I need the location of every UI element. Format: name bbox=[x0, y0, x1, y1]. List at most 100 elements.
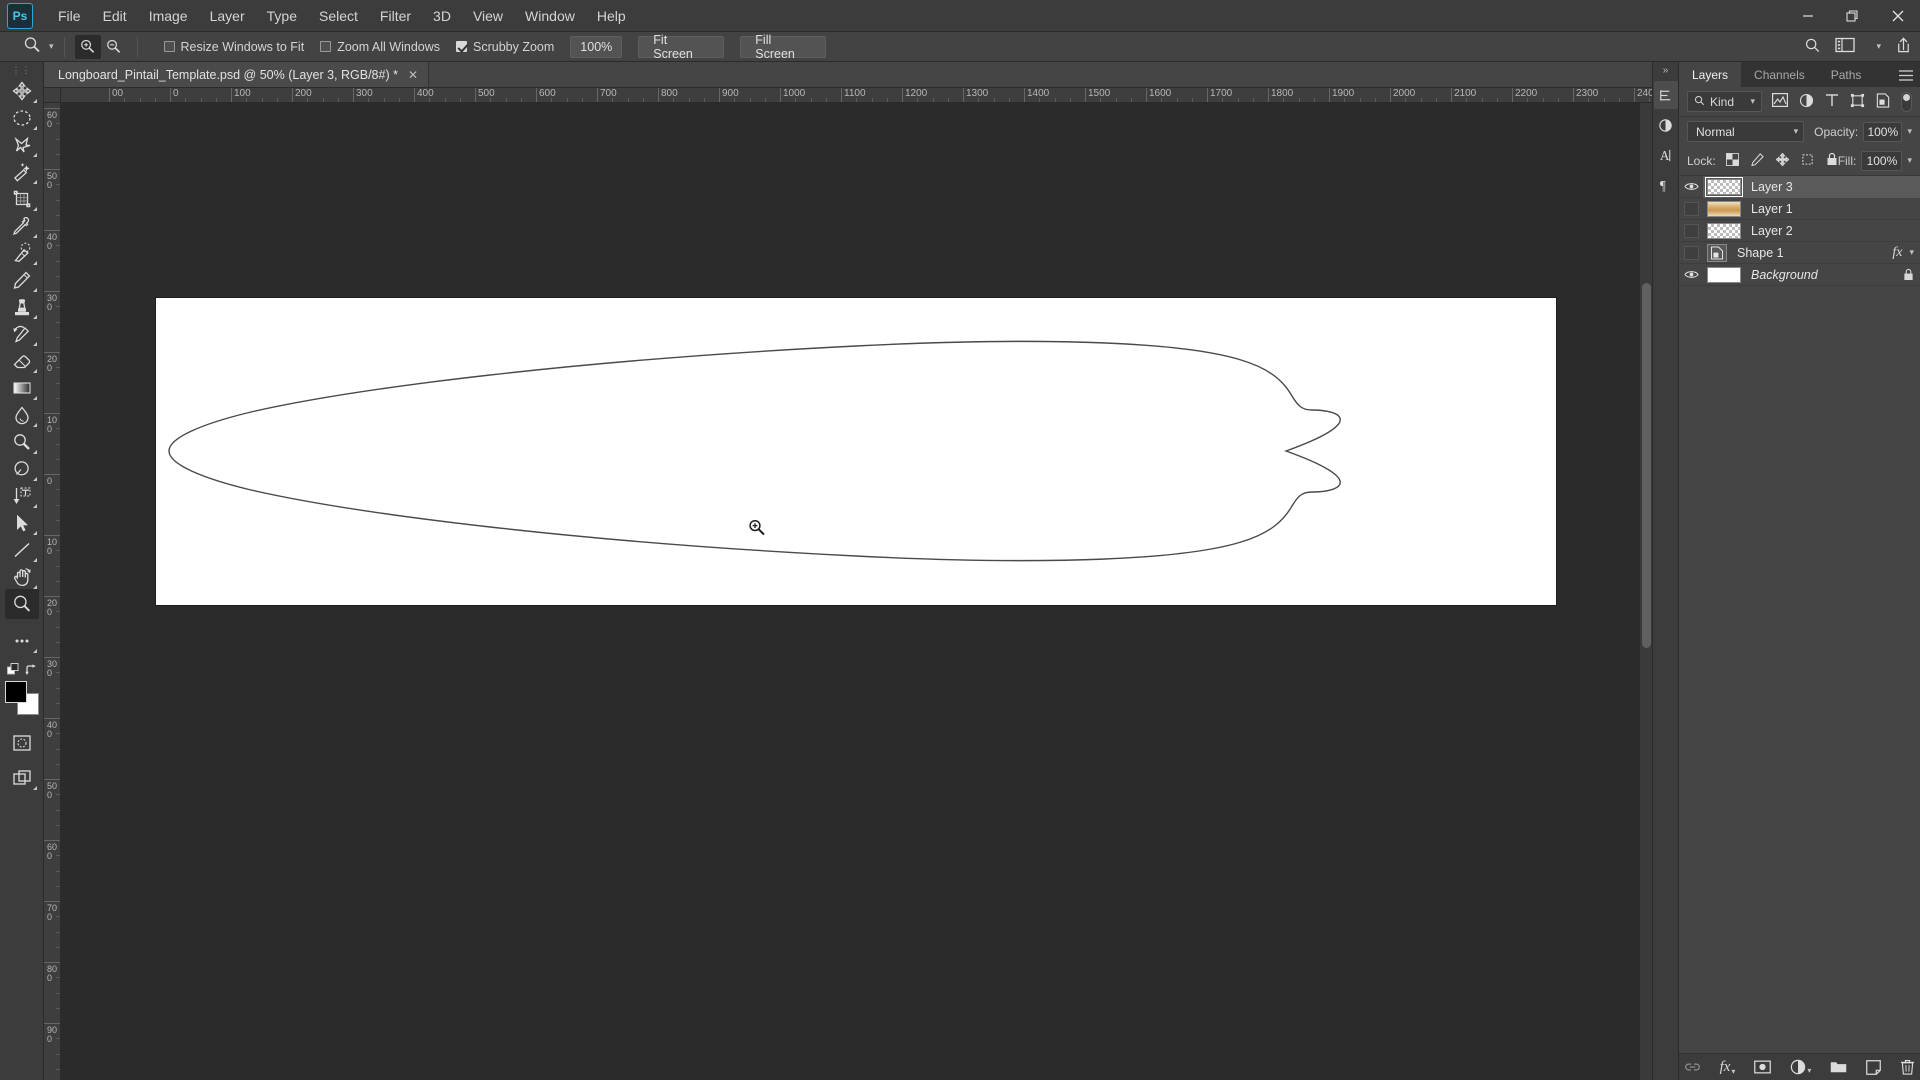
quick-mask-button[interactable] bbox=[5, 728, 39, 758]
menu-layer[interactable]: Layer bbox=[199, 0, 256, 32]
layer-visibility-toggle[interactable] bbox=[1679, 269, 1703, 280]
lock-transparency-icon[interactable] bbox=[1726, 153, 1739, 169]
vertical-scrollbar-thumb[interactable] bbox=[1642, 283, 1651, 648]
layer-thumbnail[interactable] bbox=[1707, 223, 1741, 239]
expand-panels-icon[interactable]: » bbox=[1663, 65, 1669, 79]
edit-toolbar-button[interactable] bbox=[5, 626, 39, 656]
layer-thumbnail[interactable] bbox=[1707, 267, 1741, 283]
layer-body[interactable]: Layer 2 bbox=[1703, 220, 1920, 242]
smart-object-icon[interactable] bbox=[1876, 93, 1890, 111]
vertical-scrollbar[interactable] bbox=[1639, 103, 1652, 1080]
share-icon[interactable] bbox=[1895, 36, 1912, 57]
lock-position-icon[interactable] bbox=[1776, 153, 1789, 169]
layer-body[interactable]: Layer 3 bbox=[1703, 176, 1920, 198]
toolbar-grip[interactable]: ⋮⋮ bbox=[12, 66, 32, 76]
layer-name[interactable]: Layer 1 bbox=[1751, 202, 1793, 216]
menu-help[interactable]: Help bbox=[586, 0, 637, 32]
link-layers-icon[interactable] bbox=[1684, 1060, 1701, 1074]
healing-brush-tool[interactable] bbox=[5, 238, 39, 268]
new-layer-icon[interactable] bbox=[1866, 1060, 1881, 1075]
gradient-tool[interactable] bbox=[5, 373, 39, 403]
blur-tool[interactable] bbox=[5, 400, 39, 430]
menu-select[interactable]: Select bbox=[308, 0, 369, 32]
hand-tool[interactable] bbox=[5, 562, 39, 592]
menu-3d[interactable]: 3D bbox=[422, 0, 462, 32]
chevron-down-icon[interactable]: ▾ bbox=[49, 41, 54, 52]
line-tool[interactable] bbox=[5, 535, 39, 565]
crop-tool[interactable] bbox=[5, 184, 39, 214]
table-row[interactable]: Layer 1 bbox=[1679, 198, 1920, 220]
default-colors-icon[interactable] bbox=[7, 663, 21, 680]
menu-image[interactable]: Image bbox=[138, 0, 199, 32]
type-layer-icon[interactable] bbox=[1825, 93, 1839, 110]
character-panel-icon[interactable]: A bbox=[1654, 141, 1678, 169]
opacity-field[interactable]: 100% bbox=[1863, 122, 1902, 142]
close-icon[interactable]: ✕ bbox=[408, 68, 418, 82]
layer-name[interactable]: Shape 1 bbox=[1737, 246, 1784, 260]
foreground-color-swatch[interactable] bbox=[5, 681, 27, 703]
horizontal-ruler[interactable]: 0001002003004005006007008009001000110012… bbox=[61, 88, 1652, 103]
chevron-down-icon[interactable]: ▾ bbox=[1750, 96, 1755, 107]
lasso-tool[interactable] bbox=[5, 130, 39, 160]
workspace-icon[interactable] bbox=[1835, 37, 1855, 56]
canvas-viewport[interactable] bbox=[61, 103, 1652, 1080]
maximize-button[interactable] bbox=[1830, 0, 1875, 32]
fill-screen-button[interactable]: Fill Screen bbox=[740, 36, 826, 58]
layer-mask-icon[interactable] bbox=[1754, 1060, 1771, 1074]
menu-window[interactable]: Window bbox=[514, 0, 586, 32]
menu-file[interactable]: File bbox=[47, 0, 92, 32]
layer-style-fx-icon[interactable]: fx ▾ bbox=[1720, 1059, 1736, 1076]
layer-visibility-toggle[interactable] bbox=[1679, 181, 1703, 192]
filter-toggle[interactable] bbox=[1901, 92, 1912, 112]
layer-body[interactable]: Shape 1 fx ▾ bbox=[1703, 242, 1920, 264]
history-brush-tool[interactable] bbox=[5, 319, 39, 349]
lock-artboard-icon[interactable] bbox=[1801, 153, 1814, 169]
layer-thumbnail[interactable] bbox=[1707, 179, 1741, 195]
table-row[interactable]: Layer 2 bbox=[1679, 220, 1920, 242]
history-panel-icon[interactable] bbox=[1654, 81, 1678, 109]
paragraph-panel-icon[interactable]: ¶ bbox=[1654, 171, 1678, 199]
scrubby-zoom-checkbox[interactable]: Scrubby Zoom bbox=[456, 40, 554, 54]
search-icon[interactable] bbox=[1804, 37, 1821, 57]
magic-wand-tool[interactable] bbox=[5, 157, 39, 187]
artboard[interactable] bbox=[156, 298, 1556, 605]
eyedropper-tool[interactable] bbox=[5, 211, 39, 241]
chevron-down-icon[interactable]: ▾ bbox=[1794, 126, 1799, 137]
menu-edit[interactable]: Edit bbox=[92, 0, 138, 32]
shape-layer-icon[interactable] bbox=[1850, 93, 1865, 111]
layer-name[interactable]: Layer 2 bbox=[1751, 224, 1793, 238]
blend-mode-dropdown[interactable]: Normal ▾ bbox=[1687, 121, 1804, 142]
layer-body[interactable]: Background bbox=[1703, 264, 1920, 286]
fit-screen-button[interactable]: Fit Screen bbox=[638, 36, 724, 58]
zoom-all-windows-checkbox[interactable]: Zoom All Windows bbox=[320, 40, 440, 54]
table-row[interactable]: Shape 1 fx ▾ bbox=[1679, 242, 1920, 264]
zoom-100-button[interactable]: 100% bbox=[570, 36, 622, 58]
tool-preset-picker[interactable]: ▾ bbox=[0, 35, 54, 58]
zoom-in-button[interactable] bbox=[75, 35, 101, 59]
fill-field[interactable]: 100% bbox=[1861, 151, 1902, 171]
hamburger-icon[interactable] bbox=[1899, 69, 1913, 84]
tab-layers[interactable]: Layers bbox=[1679, 62, 1741, 87]
minimize-button[interactable] bbox=[1785, 0, 1830, 32]
layer-style-fx-icon[interactable]: fx bbox=[1892, 245, 1902, 261]
menu-filter[interactable]: Filter bbox=[369, 0, 422, 32]
new-group-icon[interactable] bbox=[1830, 1060, 1847, 1074]
menu-type[interactable]: Type bbox=[256, 0, 308, 32]
adjustment-layer-icon[interactable]: ▾ bbox=[1790, 1059, 1811, 1075]
document-tab[interactable]: Longboard_Pintail_Template.psd @ 50% (La… bbox=[44, 61, 429, 87]
delete-layer-icon[interactable] bbox=[1900, 1059, 1915, 1075]
menu-view[interactable]: View bbox=[462, 0, 514, 32]
layer-thumbnail[interactable] bbox=[1707, 201, 1741, 217]
tab-paths[interactable]: Paths bbox=[1818, 62, 1875, 87]
close-button[interactable] bbox=[1875, 0, 1920, 32]
table-row[interactable]: Layer 3 bbox=[1679, 176, 1920, 198]
layer-visibility-toggle[interactable] bbox=[1679, 224, 1703, 238]
marquee-tool[interactable] bbox=[5, 103, 39, 133]
chevron-down-icon[interactable]: ▾ bbox=[1907, 126, 1912, 137]
layer-visibility-toggle[interactable] bbox=[1679, 202, 1703, 216]
layer-visibility-toggle[interactable] bbox=[1679, 246, 1703, 260]
zoom-tool[interactable] bbox=[5, 589, 39, 619]
adjustments-panel-icon[interactable] bbox=[1654, 111, 1678, 139]
layer-thumbnail[interactable] bbox=[1707, 244, 1727, 262]
table-row[interactable]: Background bbox=[1679, 264, 1920, 286]
